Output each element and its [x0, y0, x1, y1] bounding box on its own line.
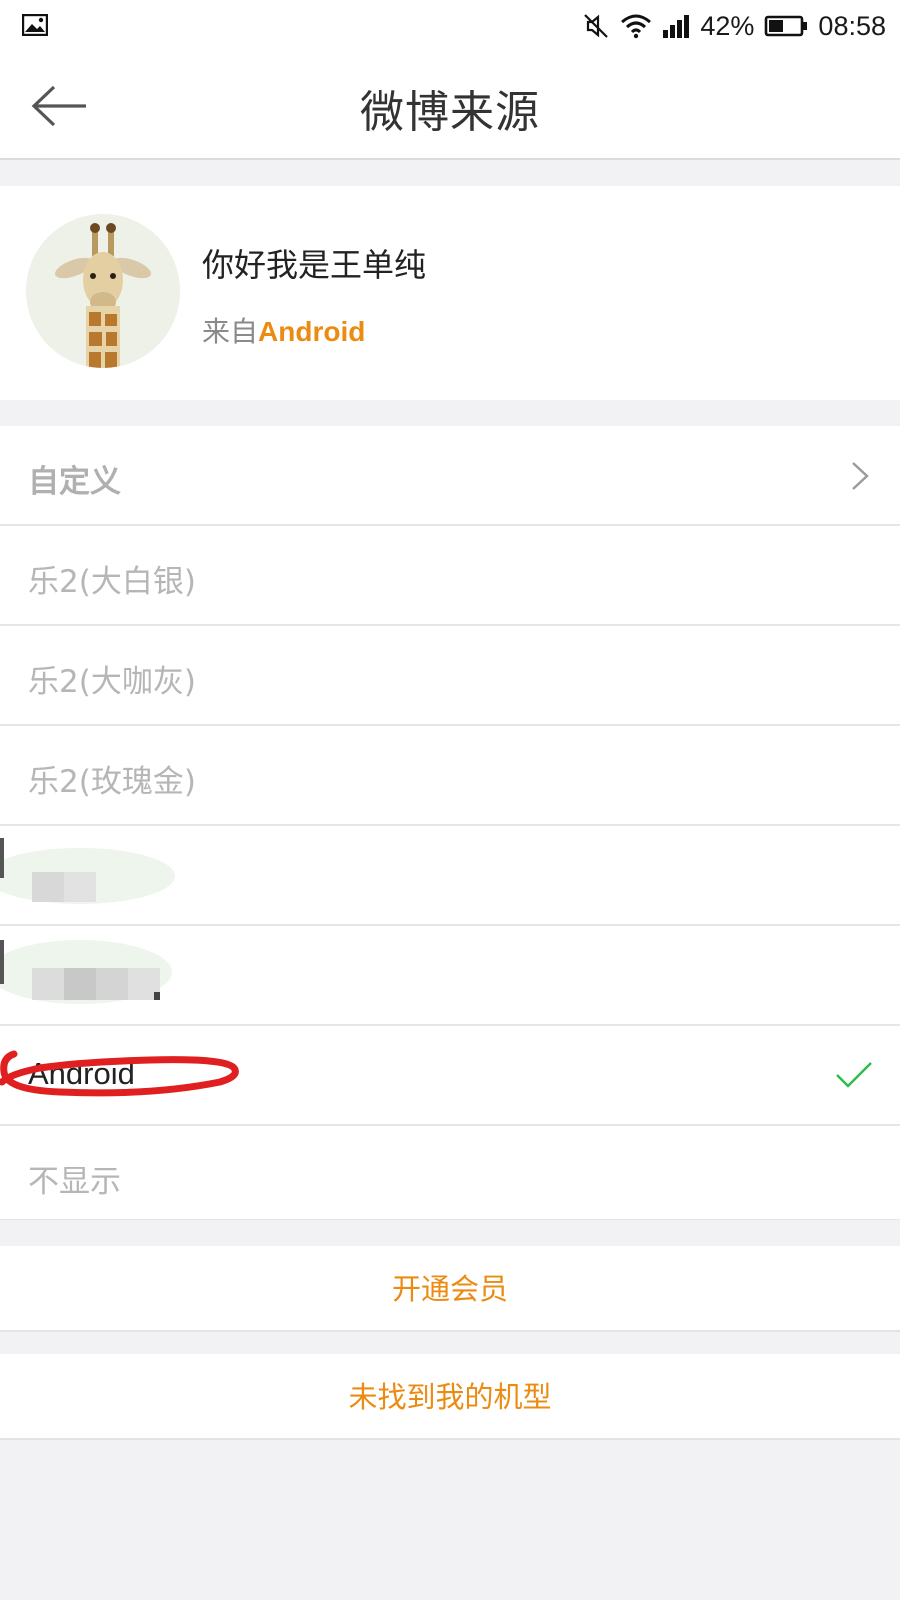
option-label: 乐2(玫瑰金)	[28, 764, 196, 800]
wifi-icon	[621, 14, 652, 39]
option-android[interactable]: Android	[0, 1026, 900, 1126]
battery-percent: 42%	[700, 10, 755, 41]
option-redacted-1[interactable]	[0, 826, 900, 926]
app-bar: 微博来源	[0, 52, 900, 160]
avatar	[26, 214, 180, 368]
source-options-list: 自定义 乐2(大白银) 乐2(大咖灰) 乐2(玫瑰金) Android 不显示	[0, 426, 900, 1220]
redaction-mosaic	[0, 838, 175, 904]
redaction-blur	[0, 936, 180, 1016]
option-label: Android	[28, 1056, 135, 1091]
option-redacted-2[interactable]	[0, 926, 900, 1026]
profile-card: 你好我是王单纯 来自Android	[0, 186, 900, 400]
clock: 08:58	[818, 10, 886, 41]
signal-icon	[663, 15, 690, 38]
mute-icon	[584, 14, 609, 38]
option-label: 乐2(大白银)	[28, 564, 196, 600]
option-custom[interactable]: 自定义	[0, 426, 900, 526]
source-device: Android	[258, 316, 366, 347]
option-label: 自定义	[28, 464, 121, 500]
option-le2-rose-gold[interactable]: 乐2(玫瑰金)	[0, 726, 900, 826]
redaction-blur	[0, 836, 180, 916]
option-le2-gray[interactable]: 乐2(大咖灰)	[0, 626, 900, 726]
redaction-mosaic	[0, 940, 172, 1004]
battery-icon	[765, 15, 808, 37]
status-icons: 42% 08:58	[582, 8, 886, 44]
profile-name: 你好我是王单纯	[202, 246, 427, 284]
option-label: 不显示	[28, 1164, 121, 1200]
option-label: 乐2(大咖灰)	[28, 664, 196, 700]
option-le2-silver[interactable]: 乐2(大白银)	[0, 526, 900, 626]
source-prefix: 来自	[202, 315, 259, 348]
profile-source: 来自Android	[202, 310, 365, 350]
option-hide[interactable]: 不显示	[0, 1126, 900, 1220]
status-bar: 42% 08:58	[0, 0, 900, 52]
open-membership-button[interactable]: 开通会员	[0, 1246, 900, 1332]
chevron-right-icon	[852, 462, 869, 490]
gallery-icon	[22, 14, 48, 36]
model-not-found-button[interactable]: 未找到我的机型	[0, 1354, 900, 1440]
page-title: 微博来源	[360, 87, 540, 138]
check-icon	[836, 1062, 872, 1088]
giraffe-avatar	[26, 214, 180, 368]
